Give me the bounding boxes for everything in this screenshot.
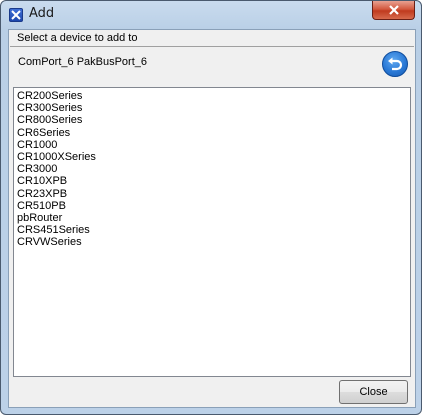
- device-list-item[interactable]: CR3000: [17, 163, 410, 175]
- selected-target-path: ComPort_6 PakBusPort_6: [18, 56, 148, 68]
- title-bar[interactable]: Add: [1, 1, 421, 29]
- device-list-item[interactable]: CR10XPB: [17, 175, 410, 187]
- device-list-item[interactable]: CR1000XSeries: [17, 151, 410, 163]
- device-list-item[interactable]: CR510PB: [17, 200, 410, 212]
- device-list-item[interactable]: CR200Series: [17, 90, 410, 102]
- device-list[interactable]: CR200Series CR300Series CR800Series CR6Seri…: [13, 87, 411, 377]
- device-list-item[interactable]: CR300Series: [17, 102, 410, 114]
- device-list-item[interactable]: CR23XPB: [17, 188, 410, 200]
- app-icon: [9, 8, 23, 22]
- close-icon: [389, 5, 399, 15]
- device-list-item[interactable]: pbRouter: [17, 212, 410, 224]
- back-arrow-icon: [388, 57, 403, 71]
- device-list-item[interactable]: CR1000: [17, 139, 410, 151]
- dialog-client-area: Select a device to add to ComPort_6 PakB…: [8, 29, 416, 408]
- instruction-label: Select a device to add to: [10, 31, 414, 47]
- window-close-button[interactable]: [372, 1, 415, 20]
- device-list-item[interactable]: CRS451Series: [17, 224, 410, 236]
- add-dialog-window: Add Select a device to add to ComPort_6 …: [0, 0, 422, 415]
- close-button[interactable]: Close: [339, 380, 408, 404]
- back-button[interactable]: [382, 51, 408, 77]
- device-list-item[interactable]: CRVWSeries: [17, 236, 410, 248]
- device-list-item[interactable]: CR800Series: [17, 114, 410, 126]
- device-list-item[interactable]: CR6Series: [17, 127, 410, 139]
- window-title: Add: [29, 6, 55, 21]
